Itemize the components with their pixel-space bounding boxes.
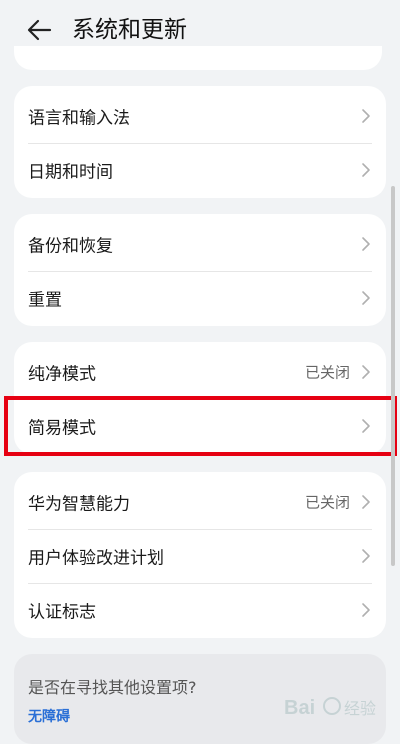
row-label: 华为智慧能力: [28, 494, 130, 515]
chevron-right-icon: [362, 603, 370, 617]
accessibility-link[interactable]: 无障碍: [28, 706, 70, 726]
row-language-input[interactable]: 语言和输入法: [14, 90, 386, 142]
back-arrow-icon[interactable]: [24, 14, 56, 46]
row-label: 用户体验改进计划: [28, 548, 164, 569]
settings-group-backup: 备份和恢复 重置: [14, 214, 386, 326]
row-reset[interactable]: 重置: [14, 272, 386, 324]
suggestion-question: 是否在寻找其他设置项?: [28, 678, 197, 697]
row-pure-mode[interactable]: 纯净模式 已关闭: [14, 346, 386, 398]
chevron-right-icon: [362, 109, 370, 123]
chevron-right-icon: [362, 549, 370, 563]
row-user-experience[interactable]: 用户体验改进计划: [14, 530, 386, 582]
row-label: 认证标志: [28, 602, 96, 623]
row-certification[interactable]: 认证标志: [14, 584, 386, 636]
chevron-right-icon: [362, 291, 370, 305]
row-backup-restore[interactable]: 备份和恢复: [14, 218, 386, 270]
row-label: 备份和恢复: [28, 236, 113, 257]
svg-text:Bai: Bai: [284, 697, 315, 719]
settings-group-huawei: 华为智慧能力 已关闭 用户体验改进计划 认证标志: [14, 472, 386, 638]
baidu-watermark-logo: Bai 经验: [284, 697, 376, 719]
highlight-box: [4, 396, 397, 456]
row-huawei-intelligence[interactable]: 华为智慧能力 已关闭: [14, 476, 386, 528]
row-status: 已关闭: [304, 493, 350, 512]
chevron-right-icon: [362, 365, 370, 379]
row-label: 重置: [28, 290, 62, 311]
previous-card-bottom: [14, 46, 382, 70]
row-date-time[interactable]: 日期和时间: [14, 144, 386, 196]
chevron-right-icon: [362, 163, 370, 177]
chevron-right-icon: [362, 237, 370, 251]
row-label: 日期和时间: [28, 162, 113, 183]
chevron-right-icon: [362, 495, 370, 509]
row-label: 纯净模式: [28, 364, 96, 385]
settings-group-language: 语言和输入法 日期和时间: [14, 86, 386, 198]
row-label: 语言和输入法: [28, 108, 130, 129]
row-status: 已关闭: [304, 363, 350, 382]
svg-text:经验: 经验: [344, 699, 376, 718]
scrollbar[interactable]: [391, 186, 395, 566]
page-title: 系统和更新: [72, 17, 187, 43]
